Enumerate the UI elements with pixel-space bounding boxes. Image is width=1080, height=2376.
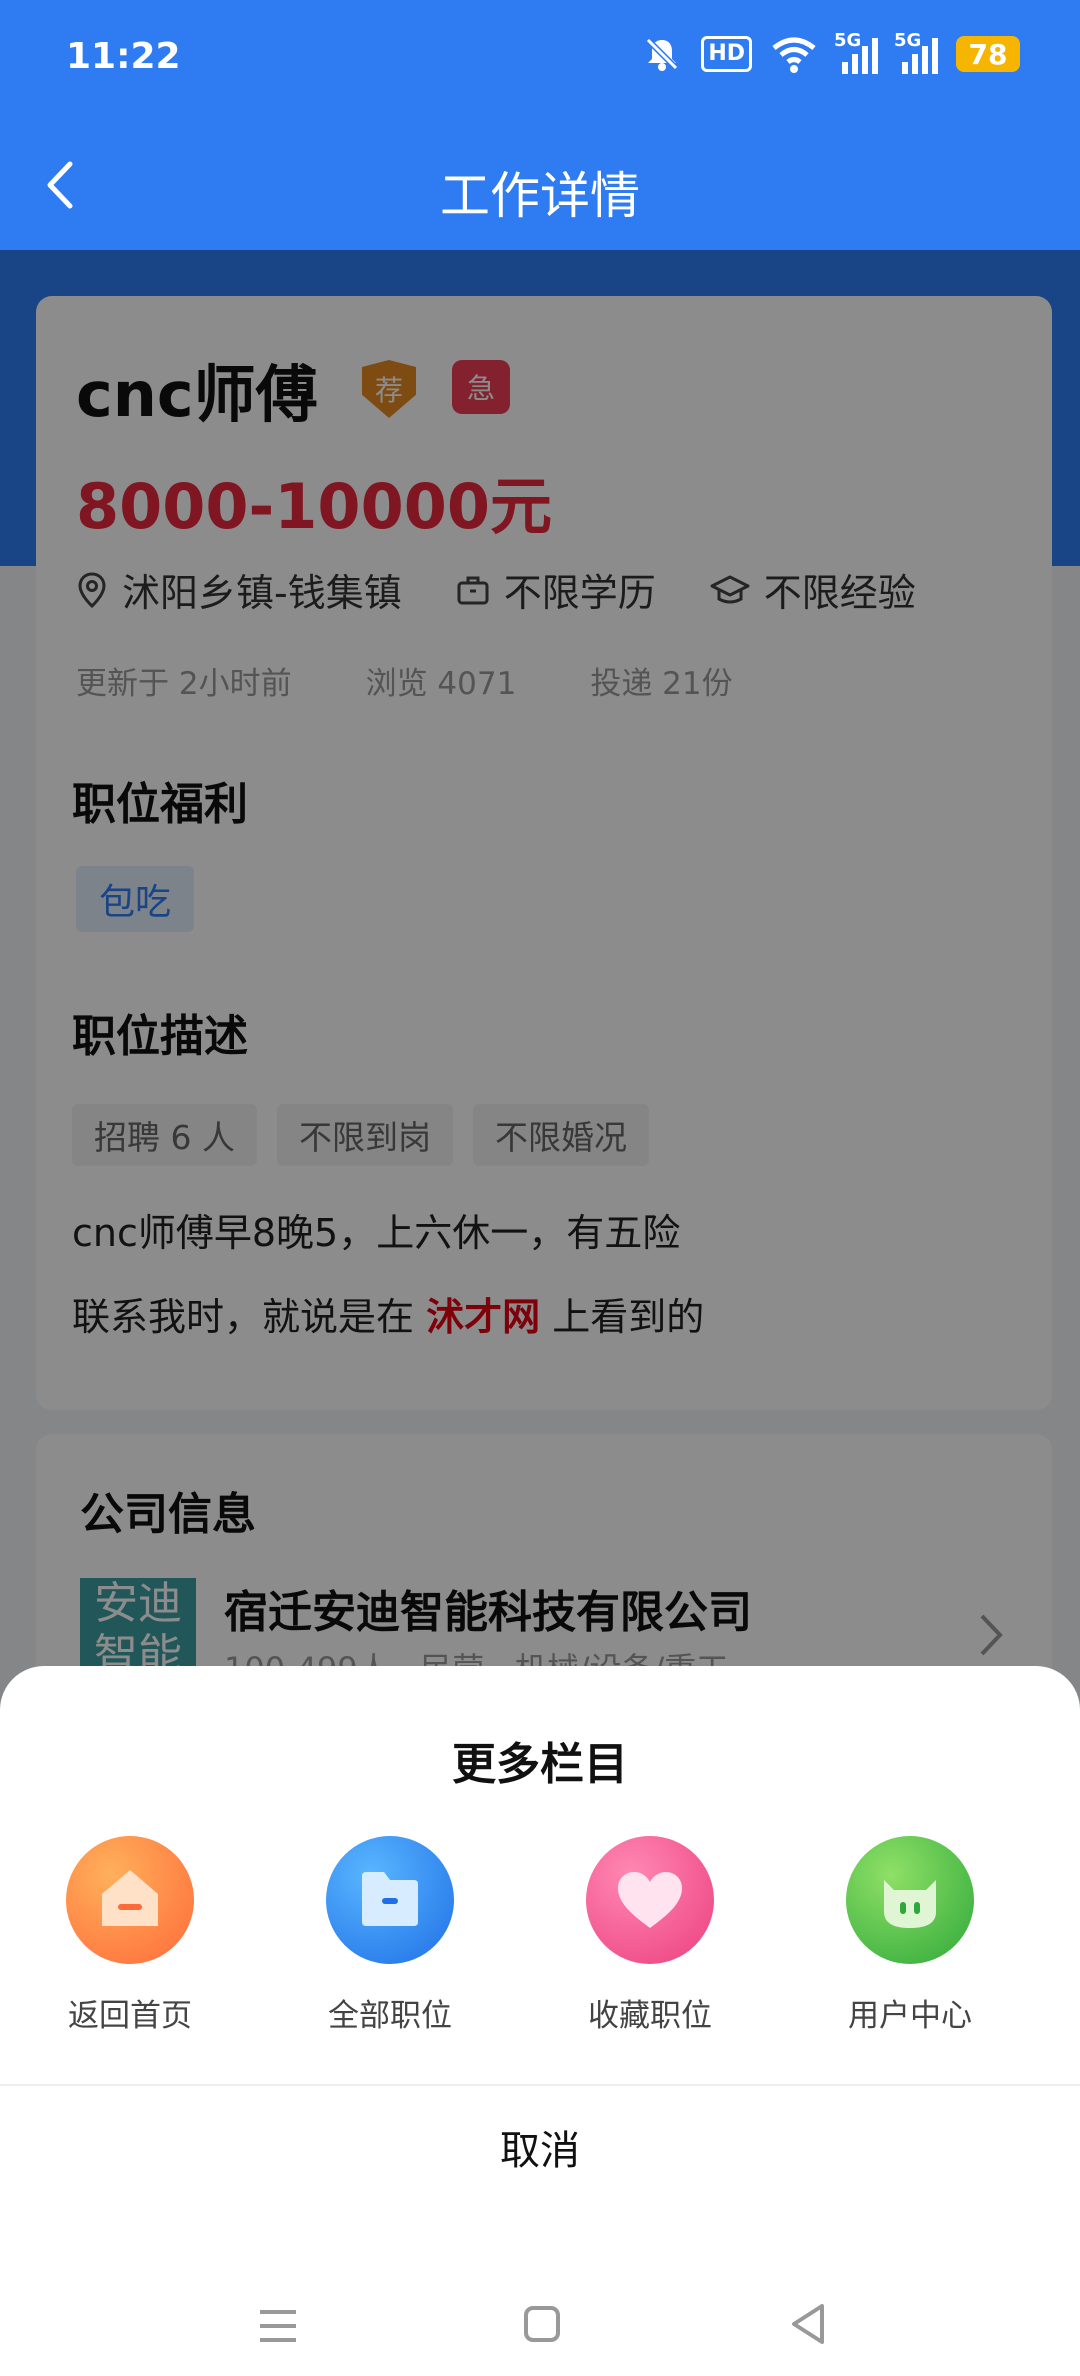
sheet-item-all-jobs[interactable]: 全部职位 xyxy=(290,1836,490,2035)
status-icons: HD 5G 5G 78 xyxy=(641,30,1020,74)
sheet-item-label: 返回首页 xyxy=(68,1998,192,2034)
sheet-item-user-center[interactable]: 用户中心 xyxy=(810,1836,1010,2035)
status-time: 11:22 xyxy=(66,36,181,77)
menu-icon[interactable] xyxy=(256,2306,300,2346)
bell-off-icon xyxy=(646,37,679,71)
cancel-button[interactable]: 取消 xyxy=(0,2086,1080,2216)
home-square-icon[interactable] xyxy=(522,2304,562,2344)
home-icon xyxy=(66,1836,194,1964)
user-center-icon xyxy=(846,1836,974,1964)
sheet-item-label: 用户中心 xyxy=(848,1998,972,2034)
signal-icon-2: 5G xyxy=(894,30,938,74)
sheet-item-label: 收藏职位 xyxy=(588,1998,712,2034)
nav-bar: 工作详情 xyxy=(0,120,1080,250)
sheet-item-home[interactable]: 返回首页 xyxy=(30,1836,230,2035)
sheet-item-label: 全部职位 xyxy=(328,1998,452,2034)
back-triangle-icon[interactable] xyxy=(788,2302,828,2346)
page-title: 工作详情 xyxy=(440,167,640,225)
hd-indicator: HD xyxy=(701,36,752,72)
heart-icon xyxy=(586,1836,714,1964)
status-bar: 11:22 HD 5G 5G 78 xyxy=(0,0,1080,120)
signal-icon-1: 5G xyxy=(834,30,878,74)
folder-icon xyxy=(326,1836,454,1964)
wifi-icon xyxy=(772,37,816,73)
more-columns-sheet: 更多栏目 返回首页 全部职位 收藏职位 用户中心 取消 xyxy=(0,1666,1080,2376)
sheet-item-favorites[interactable]: 收藏职位 xyxy=(550,1836,750,2035)
sheet-title: 更多栏目 xyxy=(452,1739,628,1790)
battery-indicator: 78 xyxy=(956,36,1020,72)
system-nav-bar xyxy=(0,2276,1080,2376)
